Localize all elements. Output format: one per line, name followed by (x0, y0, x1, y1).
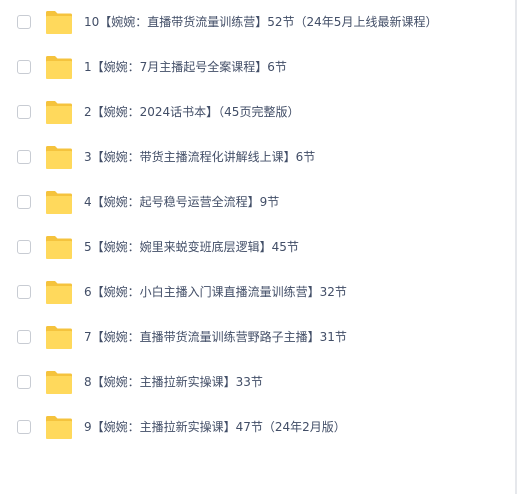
folder-icon (46, 56, 72, 79)
file-name[interactable]: 4【婉婉：起号稳号运营全流程】9节 (84, 194, 279, 210)
file-name[interactable]: 7【婉婉：直播带货流量训练营野路子主播】31节 (84, 329, 347, 345)
folder-icon (46, 326, 72, 349)
row-checkbox[interactable] (17, 15, 31, 29)
folder-icon (46, 191, 72, 214)
file-list: 10【婉婉：直播带货流量训练营】52节（24年5月上线最新课程） 1【婉婉：7月… (0, 0, 515, 450)
list-item[interactable]: 7【婉婉：直播带货流量训练营野路子主播】31节 (0, 315, 515, 360)
row-checkbox[interactable] (17, 285, 31, 299)
list-item[interactable]: 2【婉婉：2024话书本】（45页完整版） (0, 90, 515, 135)
row-checkbox[interactable] (17, 375, 31, 389)
list-item[interactable]: 5【婉婉：婉里来蜕变班底层逻辑】45节 (0, 225, 515, 270)
list-item[interactable]: 6【婉婉：小白主播入门课直播流量训练营】32节 (0, 270, 515, 315)
folder-icon (46, 236, 72, 259)
row-checkbox[interactable] (17, 195, 31, 209)
folder-icon (46, 416, 72, 439)
folder-icon (46, 371, 72, 394)
row-checkbox[interactable] (17, 60, 31, 74)
folder-icon (46, 146, 72, 169)
row-checkbox[interactable] (17, 420, 31, 434)
file-name[interactable]: 8【婉婉：主播拉新实操课】33节 (84, 374, 263, 390)
row-checkbox[interactable] (17, 150, 31, 164)
list-item[interactable]: 1【婉婉：7月主播起号全案课程】6节 (0, 45, 515, 90)
list-item[interactable]: 9【婉婉：主播拉新实操课】47节（24年2月版） (0, 405, 515, 450)
list-item[interactable]: 8【婉婉：主播拉新实操课】33节 (0, 360, 515, 405)
folder-icon (46, 101, 72, 124)
row-checkbox[interactable] (17, 330, 31, 344)
row-checkbox[interactable] (17, 240, 31, 254)
file-name[interactable]: 3【婉婉：带货主播流程化讲解线上课】6节 (84, 149, 315, 165)
list-item[interactable]: 4【婉婉：起号稳号运营全流程】9节 (0, 180, 515, 225)
file-name[interactable]: 6【婉婉：小白主播入门课直播流量训练营】32节 (84, 284, 347, 300)
file-name[interactable]: 9【婉婉：主播拉新实操课】47节（24年2月版） (84, 419, 346, 435)
file-name[interactable]: 1【婉婉：7月主播起号全案课程】6节 (84, 59, 287, 75)
file-browser: 10【婉婉：直播带货流量训练营】52节（24年5月上线最新课程） 1【婉婉：7月… (0, 0, 517, 494)
file-name[interactable]: 10【婉婉：直播带货流量训练营】52节（24年5月上线最新课程） (84, 14, 437, 30)
folder-icon (46, 281, 72, 304)
list-item[interactable]: 3【婉婉：带货主播流程化讲解线上课】6节 (0, 135, 515, 180)
file-name[interactable]: 5【婉婉：婉里来蜕变班底层逻辑】45节 (84, 239, 299, 255)
file-name[interactable]: 2【婉婉：2024话书本】（45页完整版） (84, 104, 299, 120)
row-checkbox[interactable] (17, 105, 31, 119)
folder-icon (46, 11, 72, 34)
list-item[interactable]: 10【婉婉：直播带货流量训练营】52节（24年5月上线最新课程） (0, 0, 515, 45)
